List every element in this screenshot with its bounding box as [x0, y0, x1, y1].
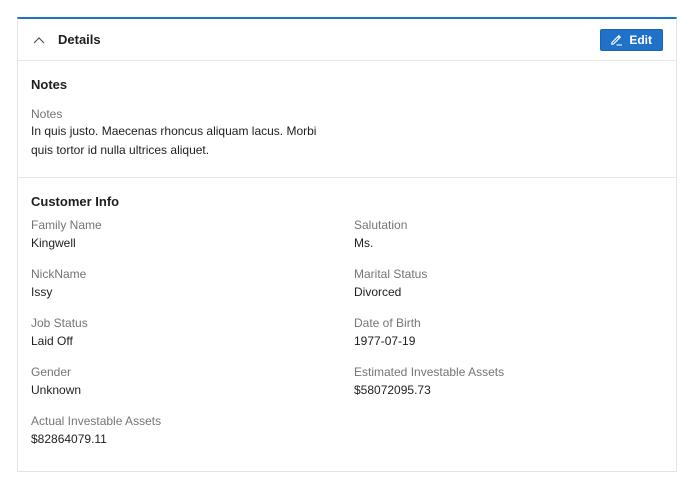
notes-value: In quis justo. Maecenas rhoncus aliquam …	[31, 124, 317, 157]
notes-section-title: Notes	[31, 77, 68, 92]
field-label: Date of Birth	[354, 316, 421, 330]
field-label: NickName	[31, 267, 87, 281]
notes-label: Notes	[31, 107, 63, 121]
field-gender: Gender Unknown	[31, 365, 354, 414]
card-header: Details Edit	[18, 19, 676, 61]
field-marital-status: Marital Status Divorced	[354, 267, 677, 316]
field-value: $82864079.11	[31, 432, 107, 446]
collapse-toggle[interactable]: Details	[31, 32, 101, 48]
customer-info-grid: Family Name Kingwell Salutation Ms. Nick…	[31, 218, 663, 463]
customer-info-title: Customer Info	[31, 194, 120, 209]
field-label: Estimated Investable Assets	[354, 365, 505, 379]
field-label: Job Status	[31, 316, 88, 330]
field-label: Salutation	[354, 218, 408, 232]
card-title: Details	[58, 32, 101, 47]
edit-button[interactable]: Edit	[600, 28, 663, 51]
field-label: Actual Investable Assets	[31, 414, 162, 428]
chevron-up-icon[interactable]	[31, 32, 47, 48]
notes-section: Notes Notes In quis justo. Maecenas rhon…	[18, 61, 676, 178]
field-value: Kingwell	[31, 236, 76, 250]
field-value: $58072095.73	[354, 383, 431, 397]
field-label: Marital Status	[354, 267, 428, 281]
field-value: Issy	[31, 285, 53, 299]
field-nickname: NickName Issy	[31, 267, 354, 316]
customer-info-section: Customer Info Family Name Kingwell Salut…	[18, 178, 676, 463]
field-value: Unknown	[31, 383, 82, 397]
field-family-name: Family Name Kingwell	[31, 218, 354, 267]
field-value: 1977-07-19	[354, 334, 416, 348]
field-date-of-birth: Date of Birth 1977-07-19	[354, 316, 677, 365]
edit-button-label: Edit	[629, 32, 652, 47]
field-value: Laid Off	[31, 334, 73, 348]
field-label: Gender	[31, 365, 72, 379]
pencil-icon	[610, 33, 623, 46]
field-value: Divorced	[354, 285, 402, 299]
details-card: Details Edit Notes Notes In quis justo. …	[17, 17, 677, 472]
field-estimated-investable-assets: Estimated Investable Assets $58072095.73	[354, 365, 677, 414]
field-salutation: Salutation Ms.	[354, 218, 677, 267]
field-job-status: Job Status Laid Off	[31, 316, 354, 365]
field-label: Family Name	[31, 218, 102, 232]
field-actual-investable-assets: Actual Investable Assets $82864079.11	[31, 414, 354, 463]
field-value: Ms.	[354, 236, 374, 250]
